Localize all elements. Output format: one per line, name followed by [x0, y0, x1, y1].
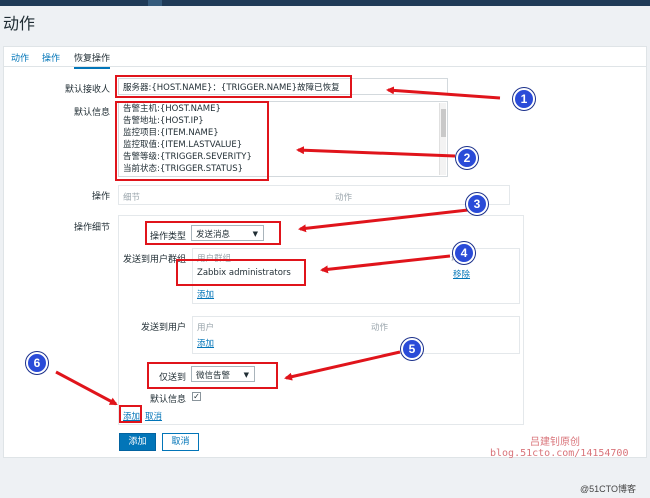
add-group-link[interactable]: 添加 [197, 288, 214, 300]
watermark-site: @51CTO博客 [580, 484, 636, 494]
add-user-link[interactable]: 添加 [197, 337, 214, 349]
tab-bar: 动作 操作 恢复操作 [4, 47, 646, 69]
badge-2: 2 [456, 147, 478, 169]
badge-1: 1 [513, 88, 535, 110]
tab-operations[interactable]: 操作 [42, 51, 60, 64]
default-recipient-label: 默认接收人 [64, 85, 110, 95]
default-message-check-label: 默认信息 [149, 395, 186, 405]
tab-action[interactable]: 动作 [11, 51, 29, 64]
badge-5: 5 [401, 338, 423, 360]
users-table: 用户 动作 添加 [192, 316, 520, 354]
highlight-box-op-type [145, 221, 281, 245]
send-to-groups-label: 发送到用户群组 [122, 255, 186, 265]
badge-3: 3 [466, 193, 488, 215]
watermark-author: 吕建钊原创 [530, 437, 580, 448]
watermark-blog: blog.51cto.com/14154700 [490, 448, 629, 459]
users-col-action: 动作 [371, 323, 389, 333]
operations-col-action: 动作 [335, 193, 353, 203]
remove-group-link[interactable]: 移除 [453, 268, 470, 280]
highlight-box-add [119, 405, 142, 423]
operations-label: 操作 [91, 192, 110, 202]
badge-6: 6 [26, 352, 48, 374]
tab-recovery-operations[interactable]: 恢复操作 [74, 51, 111, 69]
highlight-box-message [115, 101, 269, 181]
badge-4: 4 [453, 242, 475, 264]
textarea-scrollbar[interactable] [439, 103, 446, 175]
cancel-button[interactable]: 取消 [162, 433, 199, 451]
operations-table: 细节 动作 [118, 185, 510, 205]
highlight-box-send-only [147, 362, 278, 389]
scrollbar-thumb[interactable] [441, 109, 446, 137]
default-message-label: 默认信息 [73, 108, 110, 118]
users-col: 用户 [197, 323, 215, 333]
page-title: 动作 [3, 16, 36, 33]
top-nav-bar [0, 0, 650, 6]
cancel-operation-link[interactable]: 取消 [145, 410, 162, 422]
default-message-checkbox[interactable]: ✓ [192, 392, 201, 401]
send-to-users-label: 发送到用户 [140, 323, 186, 333]
operations-col-detail: 细节 [123, 193, 141, 203]
submit-button[interactable]: 添加 [119, 433, 156, 451]
highlight-box-group [176, 259, 306, 286]
highlight-box-recipient [115, 75, 352, 98]
top-nav-indicator [148, 0, 162, 6]
